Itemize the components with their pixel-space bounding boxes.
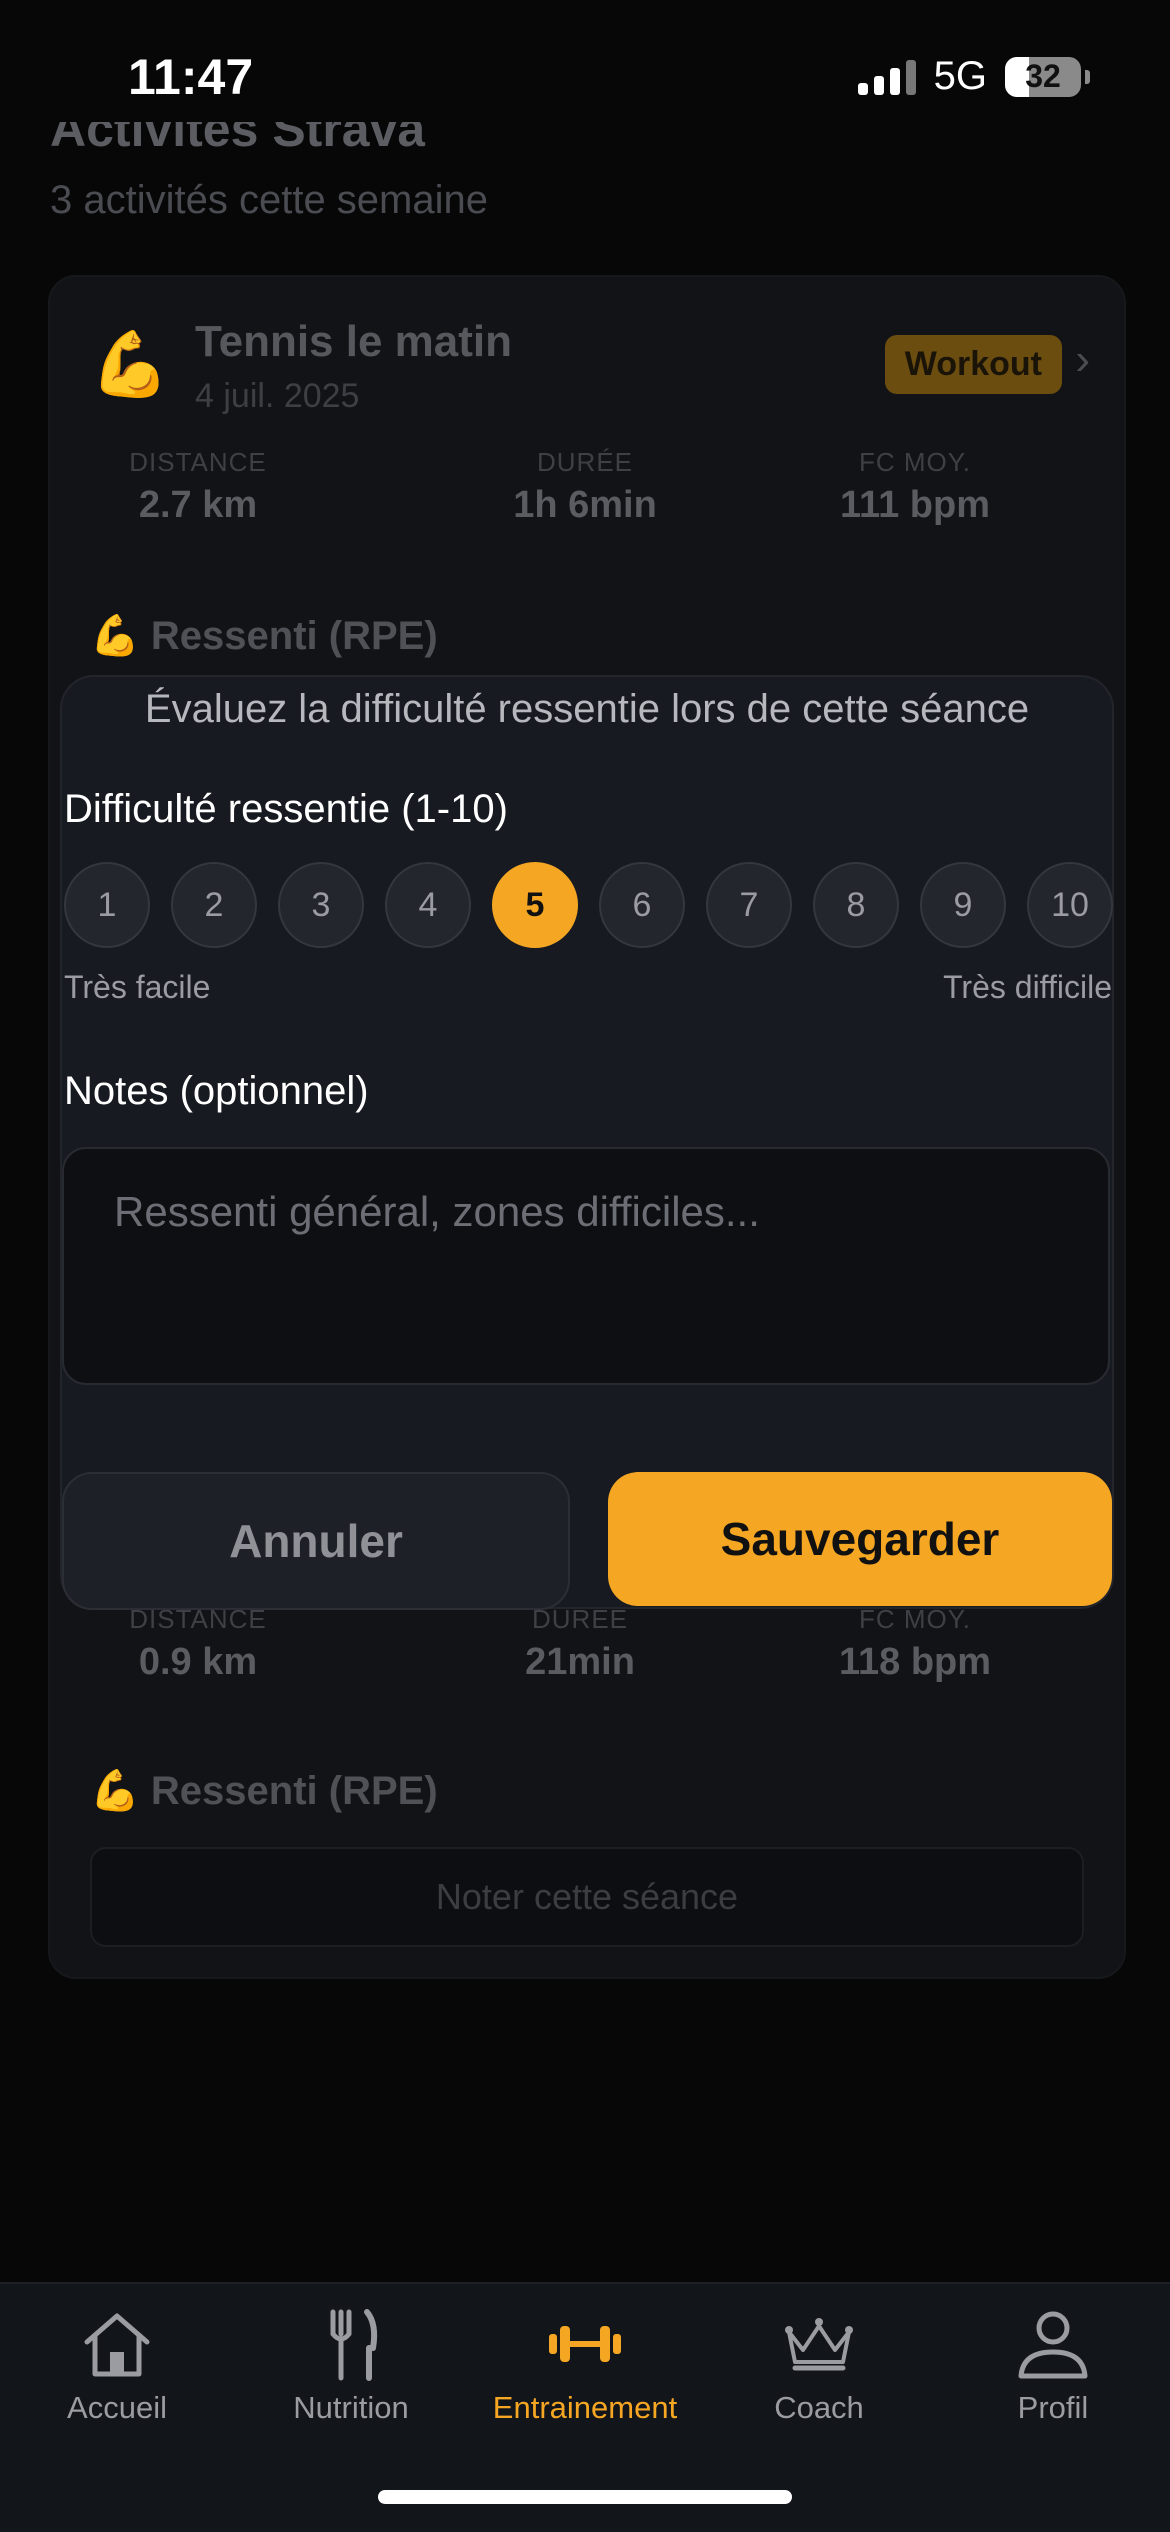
rpe-option-3[interactable]: 3 (278, 862, 364, 948)
activity-name: Tennis le matin (195, 317, 513, 366)
person-icon (1018, 2311, 1088, 2379)
scale-max-label: Très difficile (943, 969, 1112, 1005)
rpe-section-title: 💪 Ressenti (RPE) (90, 614, 438, 658)
rpe-modal: Évaluez la difficulté ressentie lors de … (60, 675, 1114, 1610)
stat-value: 21min (525, 1641, 635, 1683)
tab-label: Coach (774, 2390, 864, 2425)
notes-label: Notes (optionnel) (64, 1069, 369, 1113)
rpe-section-title: 💪 Ressenti (RPE) (90, 1769, 438, 1813)
rpe-option-4[interactable]: 4 (385, 862, 471, 948)
tab-label: Entrainement (492, 2390, 678, 2425)
battery-icon: 32 (1005, 56, 1081, 97)
stat-distance: DISTANCE 0.9 km (48, 1604, 348, 1684)
stat-value: 1h 6min (513, 484, 657, 526)
tab-coach[interactable]: Coach (702, 2304, 936, 2426)
rpe-option-10[interactable]: 10 (1027, 862, 1113, 948)
battery-percent: 32 (1025, 58, 1061, 94)
rpe-scale: 1 2 3 4 5 6 7 8 9 10 (62, 862, 1113, 948)
tab-label: Nutrition (293, 2390, 409, 2425)
status-indicators: 5G 32 (857, 54, 1090, 99)
chevron-right-icon[interactable]: › (1075, 335, 1090, 385)
page-title: Activités Strava (50, 101, 426, 157)
stat-heart-rate: FC MOY. 118 bpm (765, 1604, 1065, 1684)
network-type: 5G (933, 54, 987, 98)
stat-duration: DURÉE 21min (430, 1604, 730, 1684)
battery-tip (1085, 69, 1090, 84)
difficulty-label: Difficulté ressentie (1-10) (64, 787, 508, 831)
activity-type-badge: Workout (884, 335, 1062, 394)
rate-session-button[interactable]: Noter cette séance (90, 1847, 1084, 1947)
stat-value: 0.9 km (138, 1641, 258, 1683)
stat-duration: DURÉE 1h 6min (435, 447, 735, 527)
cellular-signal-icon (857, 59, 916, 95)
rpe-option-1[interactable]: 1 (64, 862, 150, 948)
rpe-option-9[interactable]: 9 (920, 862, 1006, 948)
rpe-option-7[interactable]: 7 (706, 862, 792, 948)
home-icon (84, 2313, 150, 2377)
stat-label: DISTANCE (129, 447, 267, 477)
modal-description: Évaluez la difficulté ressentie lors de … (144, 687, 1030, 731)
tab-profil[interactable]: Profil (936, 2304, 1170, 2426)
stat-value: 111 bpm (840, 484, 990, 526)
page-subtitle: 3 activités cette semaine (50, 178, 488, 222)
notes-input[interactable] (112, 1187, 1066, 1237)
tab-nutrition[interactable]: Nutrition (234, 2304, 468, 2426)
dumbbell-icon (549, 2326, 621, 2362)
tab-label: Profil (1017, 2390, 1089, 2425)
stat-value: 2.7 km (138, 484, 258, 526)
crown-icon (785, 2318, 853, 2371)
tab-accueil[interactable]: Accueil (0, 2304, 234, 2426)
stat-label: FC MOY. (859, 447, 971, 477)
screen: Activités Strava 3 activités cette semai… (0, 0, 1170, 2532)
cancel-button[interactable]: Annuler (62, 1472, 570, 1610)
notes-field[interactable] (62, 1147, 1110, 1385)
stat-heart-rate: FC MOY. 111 bpm (765, 447, 1065, 527)
stat-value: 118 bpm (838, 1641, 992, 1683)
fork-knife-icon (330, 2309, 378, 2381)
rpe-option-6[interactable]: 6 (599, 862, 685, 948)
activity-date: 4 juil. 2025 (195, 377, 360, 415)
save-button[interactable]: Sauvegarder (608, 1472, 1112, 1606)
stat-label: DURÉE (536, 447, 633, 477)
status-time: 11:47 (128, 49, 254, 105)
rpe-option-8[interactable]: 8 (813, 862, 899, 948)
rpe-option-5[interactable]: 5 (492, 862, 578, 948)
tab-entrainement[interactable]: Entrainement (468, 2304, 702, 2426)
rpe-option-2[interactable]: 2 (171, 862, 257, 948)
tab-label: Accueil (67, 2390, 167, 2425)
muscle-icon: 💪 (90, 328, 170, 400)
home-indicator[interactable] (378, 2490, 792, 2504)
stat-distance: DISTANCE 2.7 km (48, 447, 348, 527)
scale-min-label: Très facile (64, 969, 211, 1005)
